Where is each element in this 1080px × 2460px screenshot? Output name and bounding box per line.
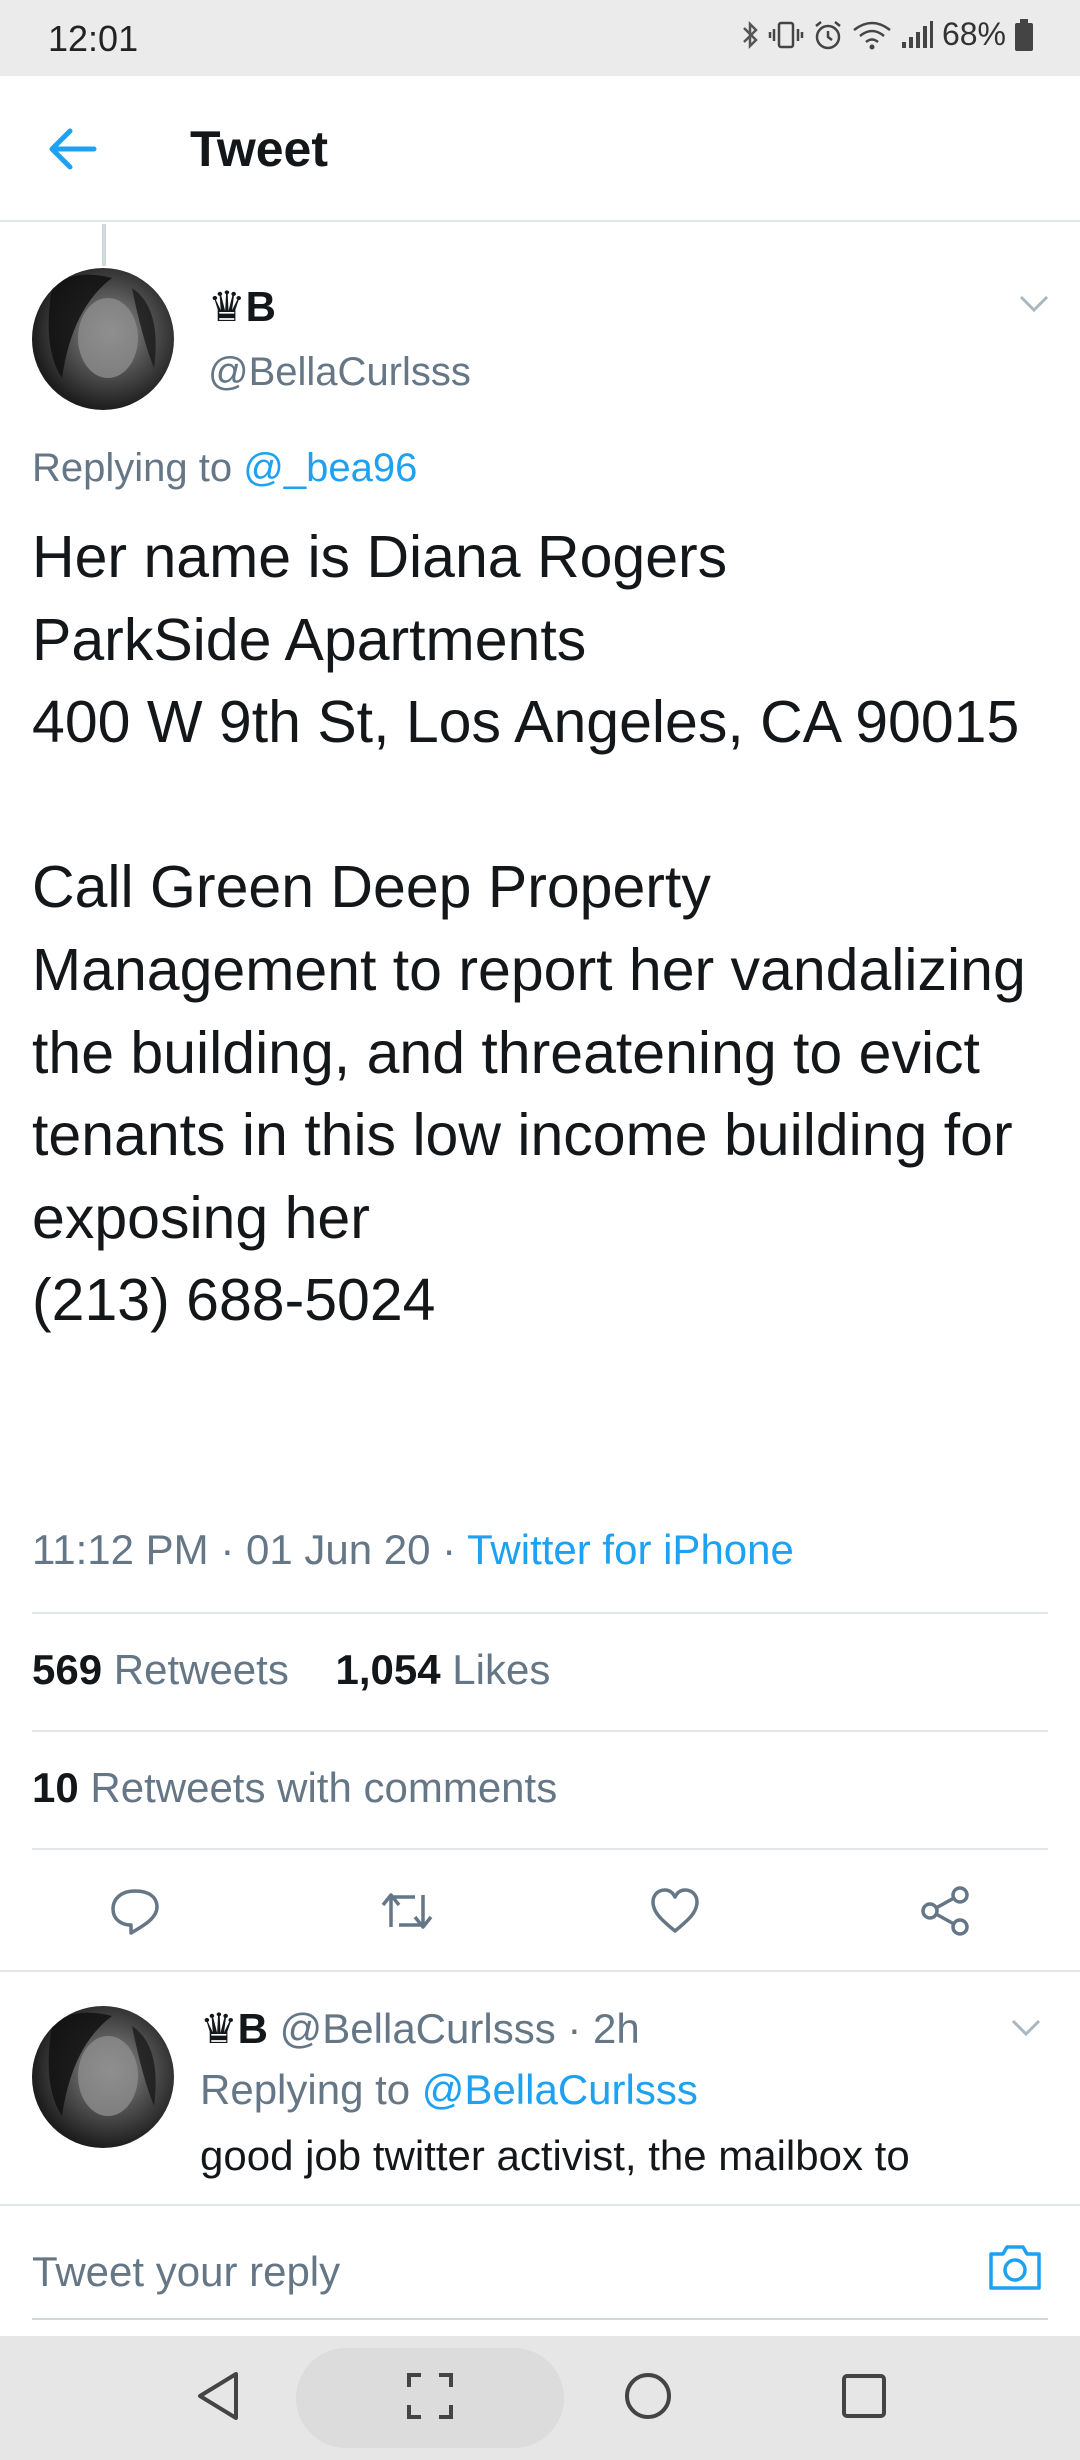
nav-back-button[interactable]	[186, 2366, 250, 2430]
status-time: 12:01	[48, 18, 139, 59]
tweet-meta: 11:12 PM · 01 Jun 20 · Twitter for iPhon…	[32, 1526, 794, 1574]
status-icons: 68%	[742, 16, 1034, 53]
retweet-icon	[377, 1883, 437, 1944]
wifi-icon	[852, 20, 892, 50]
retweets-stat[interactable]: 569 Retweets	[32, 1646, 289, 1693]
reply-input[interactable]	[32, 2242, 952, 2302]
retweets-label: Retweets	[113, 1646, 289, 1693]
replying-to-link[interactable]: @_bea96	[243, 446, 417, 490]
bluetooth-icon	[742, 20, 760, 50]
arrow-left-icon	[48, 127, 98, 176]
like-button[interactable]	[640, 1878, 710, 1948]
battery-icon	[1014, 18, 1034, 52]
chevron-down-icon[interactable]	[1018, 294, 1050, 319]
nav-recents-button[interactable]	[832, 2366, 896, 2430]
avatar[interactable]	[32, 268, 174, 410]
likes-count: 1,054	[335, 1646, 441, 1693]
tweet-source-link[interactable]: Twitter for iPhone	[467, 1526, 794, 1573]
page-title: Tweet	[190, 121, 328, 177]
reply-text: good job twitter activist, the mailbox t…	[200, 2132, 910, 2179]
alarm-icon	[812, 19, 844, 51]
tweet-date: 01 Jun 20	[245, 1526, 431, 1573]
battery-percent: 68%	[941, 16, 1006, 52]
triangle-back-icon	[194, 2370, 242, 2427]
recents-square-icon	[839, 2371, 889, 2426]
replying-to-link[interactable]: @BellaCurlsss	[422, 2066, 698, 2113]
status-bar: 12:01 68%	[0, 0, 1080, 76]
divider	[0, 1970, 1080, 1972]
nav-home-button[interactable]	[616, 2366, 680, 2430]
screen-capture-icon	[405, 2371, 455, 2426]
quote-tweets-stat[interactable]: 10 Retweets with comments	[32, 1764, 557, 1812]
compose-underline	[32, 2318, 1048, 2320]
compose-bar	[0, 2204, 1080, 2334]
camera-icon	[987, 2242, 1043, 2297]
likes-label: Likes	[452, 1646, 551, 1693]
replying-to-line: Replying to @_bea96	[32, 446, 417, 491]
retweets-count: 569	[32, 1646, 103, 1693]
back-button[interactable]	[40, 118, 106, 184]
quote-count: 10	[32, 1764, 79, 1811]
engagement-stats: 569 Retweets 1,054 Likes	[32, 1646, 550, 1694]
meta-separator: ·	[430, 1526, 468, 1573]
retweet-button[interactable]	[372, 1878, 442, 1948]
tweet-time: 11:12 PM	[32, 1526, 209, 1573]
reply-author-line[interactable]: ♛B @BellaCurlsss · 2h	[200, 2004, 640, 2053]
app-header: Tweet	[0, 76, 1080, 222]
avatar[interactable]	[32, 2006, 174, 2148]
tweet-text: Her name is Diana Rogers ParkSide Apartm…	[32, 524, 1026, 1334]
nav-screenshot-button[interactable]	[398, 2366, 462, 2430]
reply-icon	[107, 1883, 163, 1944]
home-circle-icon	[622, 2370, 674, 2427]
reply-button[interactable]	[100, 1878, 170, 1948]
divider	[32, 1612, 1048, 1614]
quote-label: Retweets with comments	[90, 1764, 558, 1811]
like-icon	[647, 1883, 703, 1944]
replying-to-label: Replying to	[32, 446, 233, 490]
reply-author-handle: @BellaCurlsss	[279, 2005, 556, 2052]
thread-line	[102, 224, 106, 266]
reply-replying-to-line: Replying to @BellaCurlsss	[200, 2066, 698, 2114]
signal-icon	[900, 20, 934, 50]
system-nav-bar	[0, 2336, 1080, 2460]
meta-separator: ·	[208, 1526, 246, 1573]
replying-to-label: Replying to	[200, 2066, 411, 2113]
author-handle[interactable]: @BellaCurlsss	[208, 350, 471, 395]
vibrate-icon	[768, 20, 804, 50]
author-name[interactable]: ♛B	[208, 282, 276, 331]
divider	[32, 1730, 1048, 1732]
share-button[interactable]	[910, 1878, 980, 1948]
likes-stat[interactable]: 1,054 Likes	[336, 1646, 551, 1693]
divider	[32, 1848, 1048, 1850]
camera-button[interactable]	[980, 2234, 1050, 2304]
reply-author-name: ♛B	[200, 2005, 268, 2052]
share-icon	[917, 1883, 973, 1944]
reply-time: · 2h	[567, 2005, 640, 2052]
chevron-down-icon[interactable]	[1010, 2018, 1042, 2043]
